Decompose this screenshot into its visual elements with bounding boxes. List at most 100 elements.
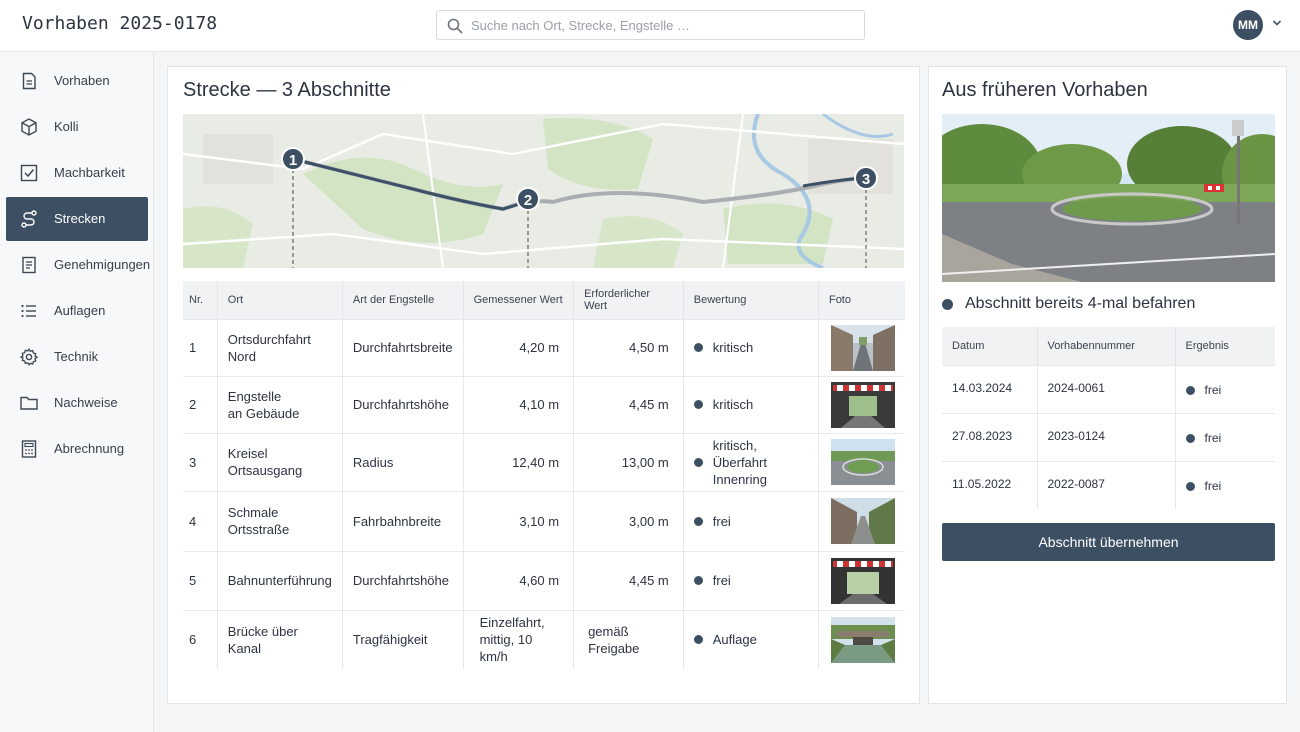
rating-text: kritisch (712, 397, 754, 412)
driven-summary-text: Abschnitt bereits 4-mal befahren (965, 295, 1196, 312)
cell-foto[interactable] (818, 432, 905, 491)
column-header[interactable]: Datum (942, 327, 1038, 365)
sidebar-item-machbarkeit[interactable]: Machbarkeit (6, 151, 148, 195)
status-dot (942, 298, 953, 310)
sidebar-item-auflagen[interactable]: Auflagen (6, 289, 148, 333)
cell-nr: 3 (183, 432, 218, 491)
sidebar-item-genehmigungen[interactable]: Genehmigungen (6, 243, 151, 287)
rating-text: frei (712, 513, 731, 529)
column-header[interactable]: Gemessener Wert (463, 281, 575, 319)
cell-erforderlich: 13,00 m (573, 432, 684, 491)
ort-line: Ortsstraße (227, 522, 290, 537)
underpass-photo-thumbnail[interactable] (830, 381, 895, 428)
search-box[interactable] (436, 10, 865, 40)
sidebar-item-nachweise[interactable]: Nachweise (6, 381, 148, 425)
column-header[interactable]: Bewertung (683, 281, 819, 319)
status-dot (693, 400, 703, 409)
table-row[interactable]: 5 Bahnunterführung Durchfahrtshöhe 4,60 … (183, 550, 905, 610)
cell-gemessen: 4,10 m (463, 375, 575, 433)
lane-photo-thumbnail[interactable] (830, 498, 895, 544)
column-header[interactable]: Ort (217, 281, 343, 319)
column-header[interactable]: Art der Engstelle (342, 281, 464, 319)
ort-line: Ortsdurchfahrt (227, 331, 311, 347)
column-header[interactable]: Erforderlicher Wert (573, 281, 684, 319)
table-row[interactable]: 14.03.2024 2024-0061 frei (942, 364, 1275, 413)
table-row[interactable]: 6 Brücke über Kanal Tragfähigkeit Einzel… (183, 609, 905, 669)
history-table: Datum Vorhabennummer Ergebnis 14.03.2024… (942, 327, 1275, 509)
list-icon (21, 304, 36, 318)
roundabout-photo-thumbnail[interactable] (830, 439, 895, 485)
sidebar-item-kolli[interactable]: Kolli (6, 105, 148, 149)
cell-foto[interactable] (818, 609, 905, 669)
cell-bewertung: Auflage (683, 609, 819, 669)
table-row[interactable]: 1 Ortsdurchfahrt Nord Durchfahrtsbreite 4… (183, 318, 905, 376)
cell-vorhabennummer[interactable]: 2023-0124 (1037, 412, 1176, 461)
column-header[interactable]: Ergebnis (1175, 327, 1275, 365)
status-dot (1185, 385, 1195, 395)
table-row[interactable]: 2 Engstelle an Gebäude Durchfahrtshöhe 4,… (183, 375, 905, 433)
cell-vorhabennummer[interactable]: 2024-0061 (1037, 364, 1176, 413)
checkbox-icon (20, 164, 38, 182)
cell-nr: 2 (183, 375, 218, 433)
cell-erforderlich: gemäß Freigabe (573, 609, 684, 669)
canal-bridge-photo-thumbnail[interactable] (830, 616, 895, 663)
result-text: frei (1204, 430, 1222, 445)
measured-line: mittig, 10 km/h (479, 632, 533, 665)
cell-foto[interactable] (818, 490, 905, 551)
folder-icon (20, 396, 38, 410)
column-header[interactable]: Vorhabennummer (1037, 327, 1176, 365)
cell-foto[interactable] (818, 318, 905, 376)
document-icon (22, 72, 36, 90)
table-header-row: Datum Vorhabennummer Ergebnis (942, 327, 1275, 365)
table-row[interactable]: 3 Kreisel Ortsausgang Radius 12,40 m 13,0… (183, 432, 905, 491)
user-avatar[interactable]: MM (1233, 10, 1263, 40)
rating-text: Überfahrt Innenring (712, 454, 767, 487)
sidebar-item-technik[interactable]: Technik (6, 335, 148, 379)
measured-line: Einzelfahrt, (479, 615, 545, 631)
cell-foto[interactable] (818, 550, 905, 610)
search-input[interactable] (471, 15, 851, 35)
column-header[interactable]: Nr. (183, 281, 218, 319)
cell-vorhabennummer[interactable]: 2022-0087 (1037, 460, 1176, 509)
cell-art: Durchfahrtsbreite (342, 318, 464, 376)
cell-foto[interactable] (818, 375, 905, 433)
cell-art: Tragfähigkeit (342, 609, 464, 669)
chevron-down-icon[interactable] (1271, 17, 1283, 29)
cell-art: Radius (342, 432, 464, 491)
cell-gemessen: 4,20 m (463, 318, 575, 376)
table-row[interactable]: 27.08.2023 2023-0124 frei (942, 412, 1275, 461)
cell-ergebnis: frei (1175, 460, 1275, 509)
cell-nr: 5 (183, 550, 218, 610)
sidebar-item-vorhaben[interactable]: Vorhaben (6, 59, 148, 103)
driven-summary: Abschnitt bereits 4-mal befahren (942, 295, 1195, 313)
status-dot (693, 343, 703, 352)
sidebar-item-label: Abrechnung (54, 441, 125, 456)
ort-line: Kreisel (227, 446, 268, 461)
sidebar-item-abrechnung[interactable]: Abrechnung (6, 427, 148, 471)
adopt-section-button[interactable]: Abschnitt übernehmen (942, 523, 1275, 561)
underpass-photo-thumbnail[interactable] (830, 557, 895, 604)
ort-line: Brücke über Kanal (227, 623, 298, 656)
route-panel: Strecke — 3 Abschnitte 1 2 3 Nr. Ort Art… (167, 66, 920, 704)
table-row[interactable]: 11.05.2022 2022-0087 frei (942, 460, 1275, 509)
table-row[interactable]: 4 Schmale Ortsstraße Fahrbahnbreite 3,10 … (183, 490, 905, 551)
cell-art: Fahrbahnbreite (342, 490, 464, 551)
table-header-row: Nr. Ort Art der Engstelle Gemessener Wer… (183, 281, 905, 319)
sidebar-item-label: Genehmigungen (54, 257, 151, 272)
cell-datum: 11.05.2022 (942, 460, 1038, 509)
cell-nr: 4 (183, 490, 218, 551)
status-dot (693, 457, 703, 467)
cell-gemessen: Einzelfahrt, mittig, 10 km/h (463, 609, 575, 669)
ort-line: an Gebäude (227, 405, 300, 421)
route-map[interactable]: 1 2 3 (183, 114, 904, 268)
route-icon (21, 210, 37, 228)
sidebar-item-label: Strecken (54, 211, 106, 226)
column-header[interactable]: Foto (818, 281, 905, 319)
document-icon (22, 256, 36, 274)
cell-gemessen: 4,60 m (463, 550, 575, 610)
route-marker-2-label: 2 (524, 192, 532, 209)
route-table: Nr. Ort Art der Engstelle Gemessener Wer… (183, 281, 905, 669)
street-photo-thumbnail[interactable] (830, 324, 895, 371)
cell-nr: 1 (183, 318, 218, 376)
sidebar-item-strecken[interactable]: Strecken (6, 197, 148, 241)
